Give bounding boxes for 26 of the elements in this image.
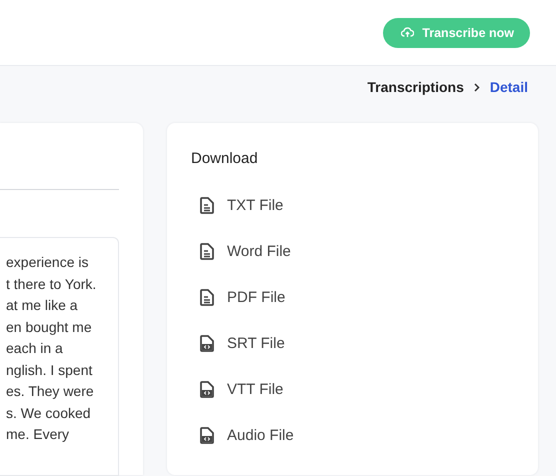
transcript-text: t there to York.: [6, 274, 98, 294]
download-link[interactable]: Audio File: [191, 412, 513, 458]
breadcrumb-link[interactable]: Transcriptions: [367, 79, 464, 95]
transcript-text: each in a: [6, 339, 64, 358]
code-file-icon: [200, 334, 214, 352]
text-file-icon: [200, 196, 214, 214]
download-link[interactable]: SRT File: [191, 320, 513, 366]
download-link[interactable]: Word File: [191, 228, 513, 274]
transcript-text: experience is: [6, 253, 90, 272]
transcript-text: s. We cooked: [6, 404, 92, 422]
download-link[interactable]: PDF File: [191, 274, 513, 320]
transcript-text: es. They were: [6, 382, 95, 401]
breadcrumb-link[interactable]: Detail: [490, 79, 528, 95]
text-file-icon: [200, 242, 214, 260]
code-file-icon: [200, 380, 214, 398]
download-link[interactable]: TXT File: [191, 182, 513, 228]
transcript-text: nglish. I spent: [6, 360, 94, 380]
cloud-upload-icon: [401, 27, 414, 38]
transcript-text: en bought me: [6, 318, 93, 337]
transcript-text: at me like a: [6, 296, 79, 315]
text-file-icon: [200, 288, 214, 306]
download-title: Download: [191, 150, 259, 167]
chevron-right-icon: [474, 82, 480, 92]
transcript-text: me. Every: [6, 425, 70, 444]
download-link[interactable]: VTT File: [191, 366, 513, 412]
code-file-icon: [200, 426, 214, 444]
